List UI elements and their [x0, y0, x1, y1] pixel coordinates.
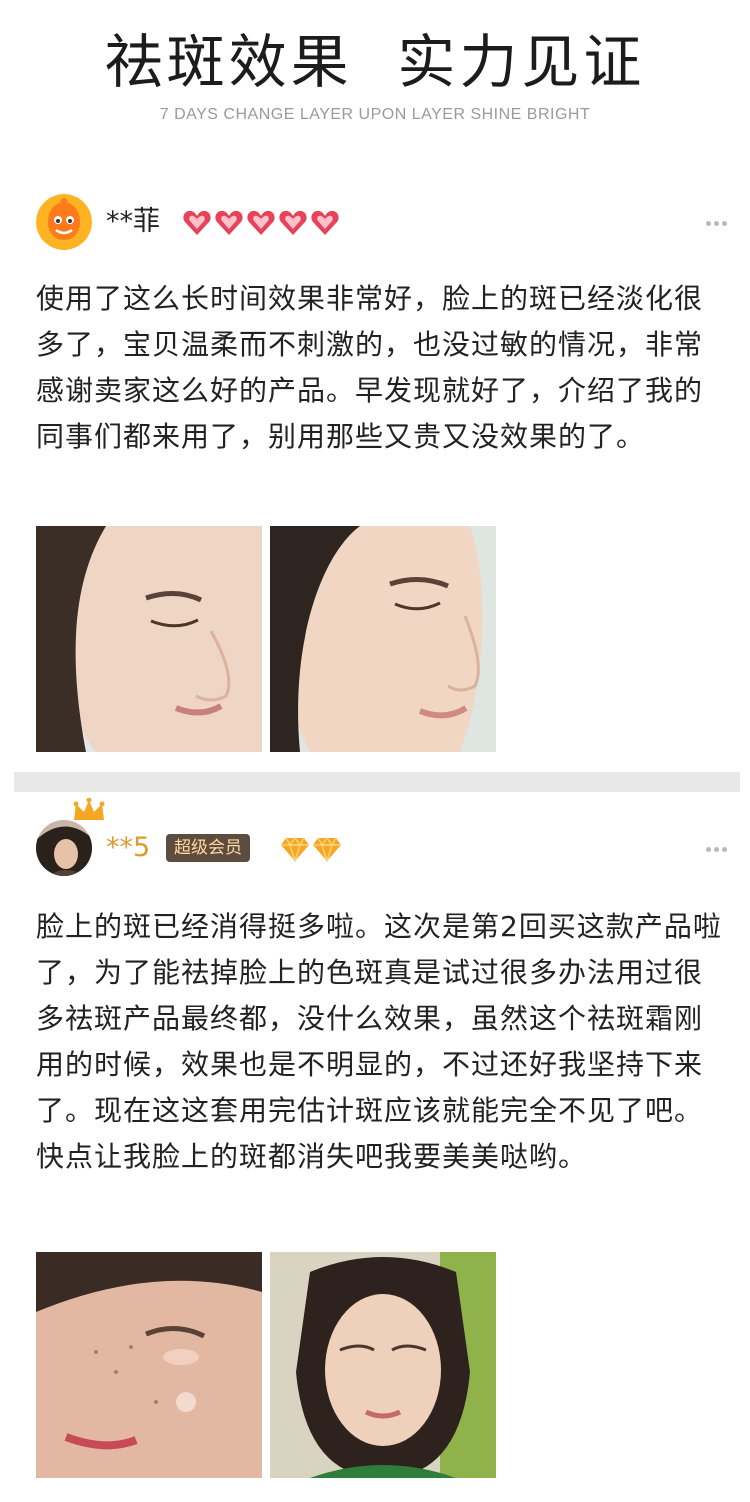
heart-badge-icon	[247, 210, 275, 235]
vip-badge: 超级会员	[166, 834, 250, 862]
review-photo[interactable]	[270, 526, 496, 752]
username[interactable]: **5	[106, 830, 150, 866]
username[interactable]: **菲	[106, 204, 160, 240]
review-photo[interactable]	[36, 526, 262, 752]
diamond-badge-icon	[313, 836, 341, 862]
review-card: **5 超级会员 脸上的斑已经消得挺多啦。这次是第2回买这款产品啦了，为了能祛掉…	[0, 792, 750, 1502]
avatar[interactable]	[36, 820, 92, 876]
diamond-badge-icon	[281, 836, 309, 862]
review-photo[interactable]	[270, 1252, 496, 1478]
review-card: **菲 使用了这么长时间效果非常好，脸上的斑已经淡化很多了，宝贝温柔而不刺激的，…	[0, 160, 750, 772]
more-dots-icon[interactable]	[706, 847, 728, 853]
page-subtitle: 7 DAYS CHANGE LAYER UPON LAYER SHINE BRI…	[159, 106, 591, 123]
avatar[interactable]	[36, 194, 92, 250]
review-photo[interactable]	[36, 1252, 262, 1478]
level-badges	[182, 209, 340, 237]
heart-badge-icon	[215, 210, 243, 235]
page-header: 祛斑效果 实力见证 7 DAYS CHANGE LAYER UPON LAYER…	[0, 0, 750, 160]
level-badges	[280, 836, 342, 862]
heart-badge-icon	[183, 210, 211, 235]
section-divider	[14, 772, 740, 792]
review-text: 使用了这么长时间效果非常好，脸上的斑已经淡化很多了，宝贝温柔而不刺激的，也没过敏…	[36, 282, 704, 453]
heart-badge-icon	[279, 210, 307, 235]
review-text: 脸上的斑已经消得挺多啦。这次是第2回买这款产品啦了，为了能祛掉脸上的色斑真是试过…	[36, 910, 722, 1173]
more-dots-icon[interactable]	[706, 221, 728, 227]
page-title: 祛斑效果 实力见证	[104, 28, 646, 96]
heart-badge-icon	[311, 210, 339, 235]
